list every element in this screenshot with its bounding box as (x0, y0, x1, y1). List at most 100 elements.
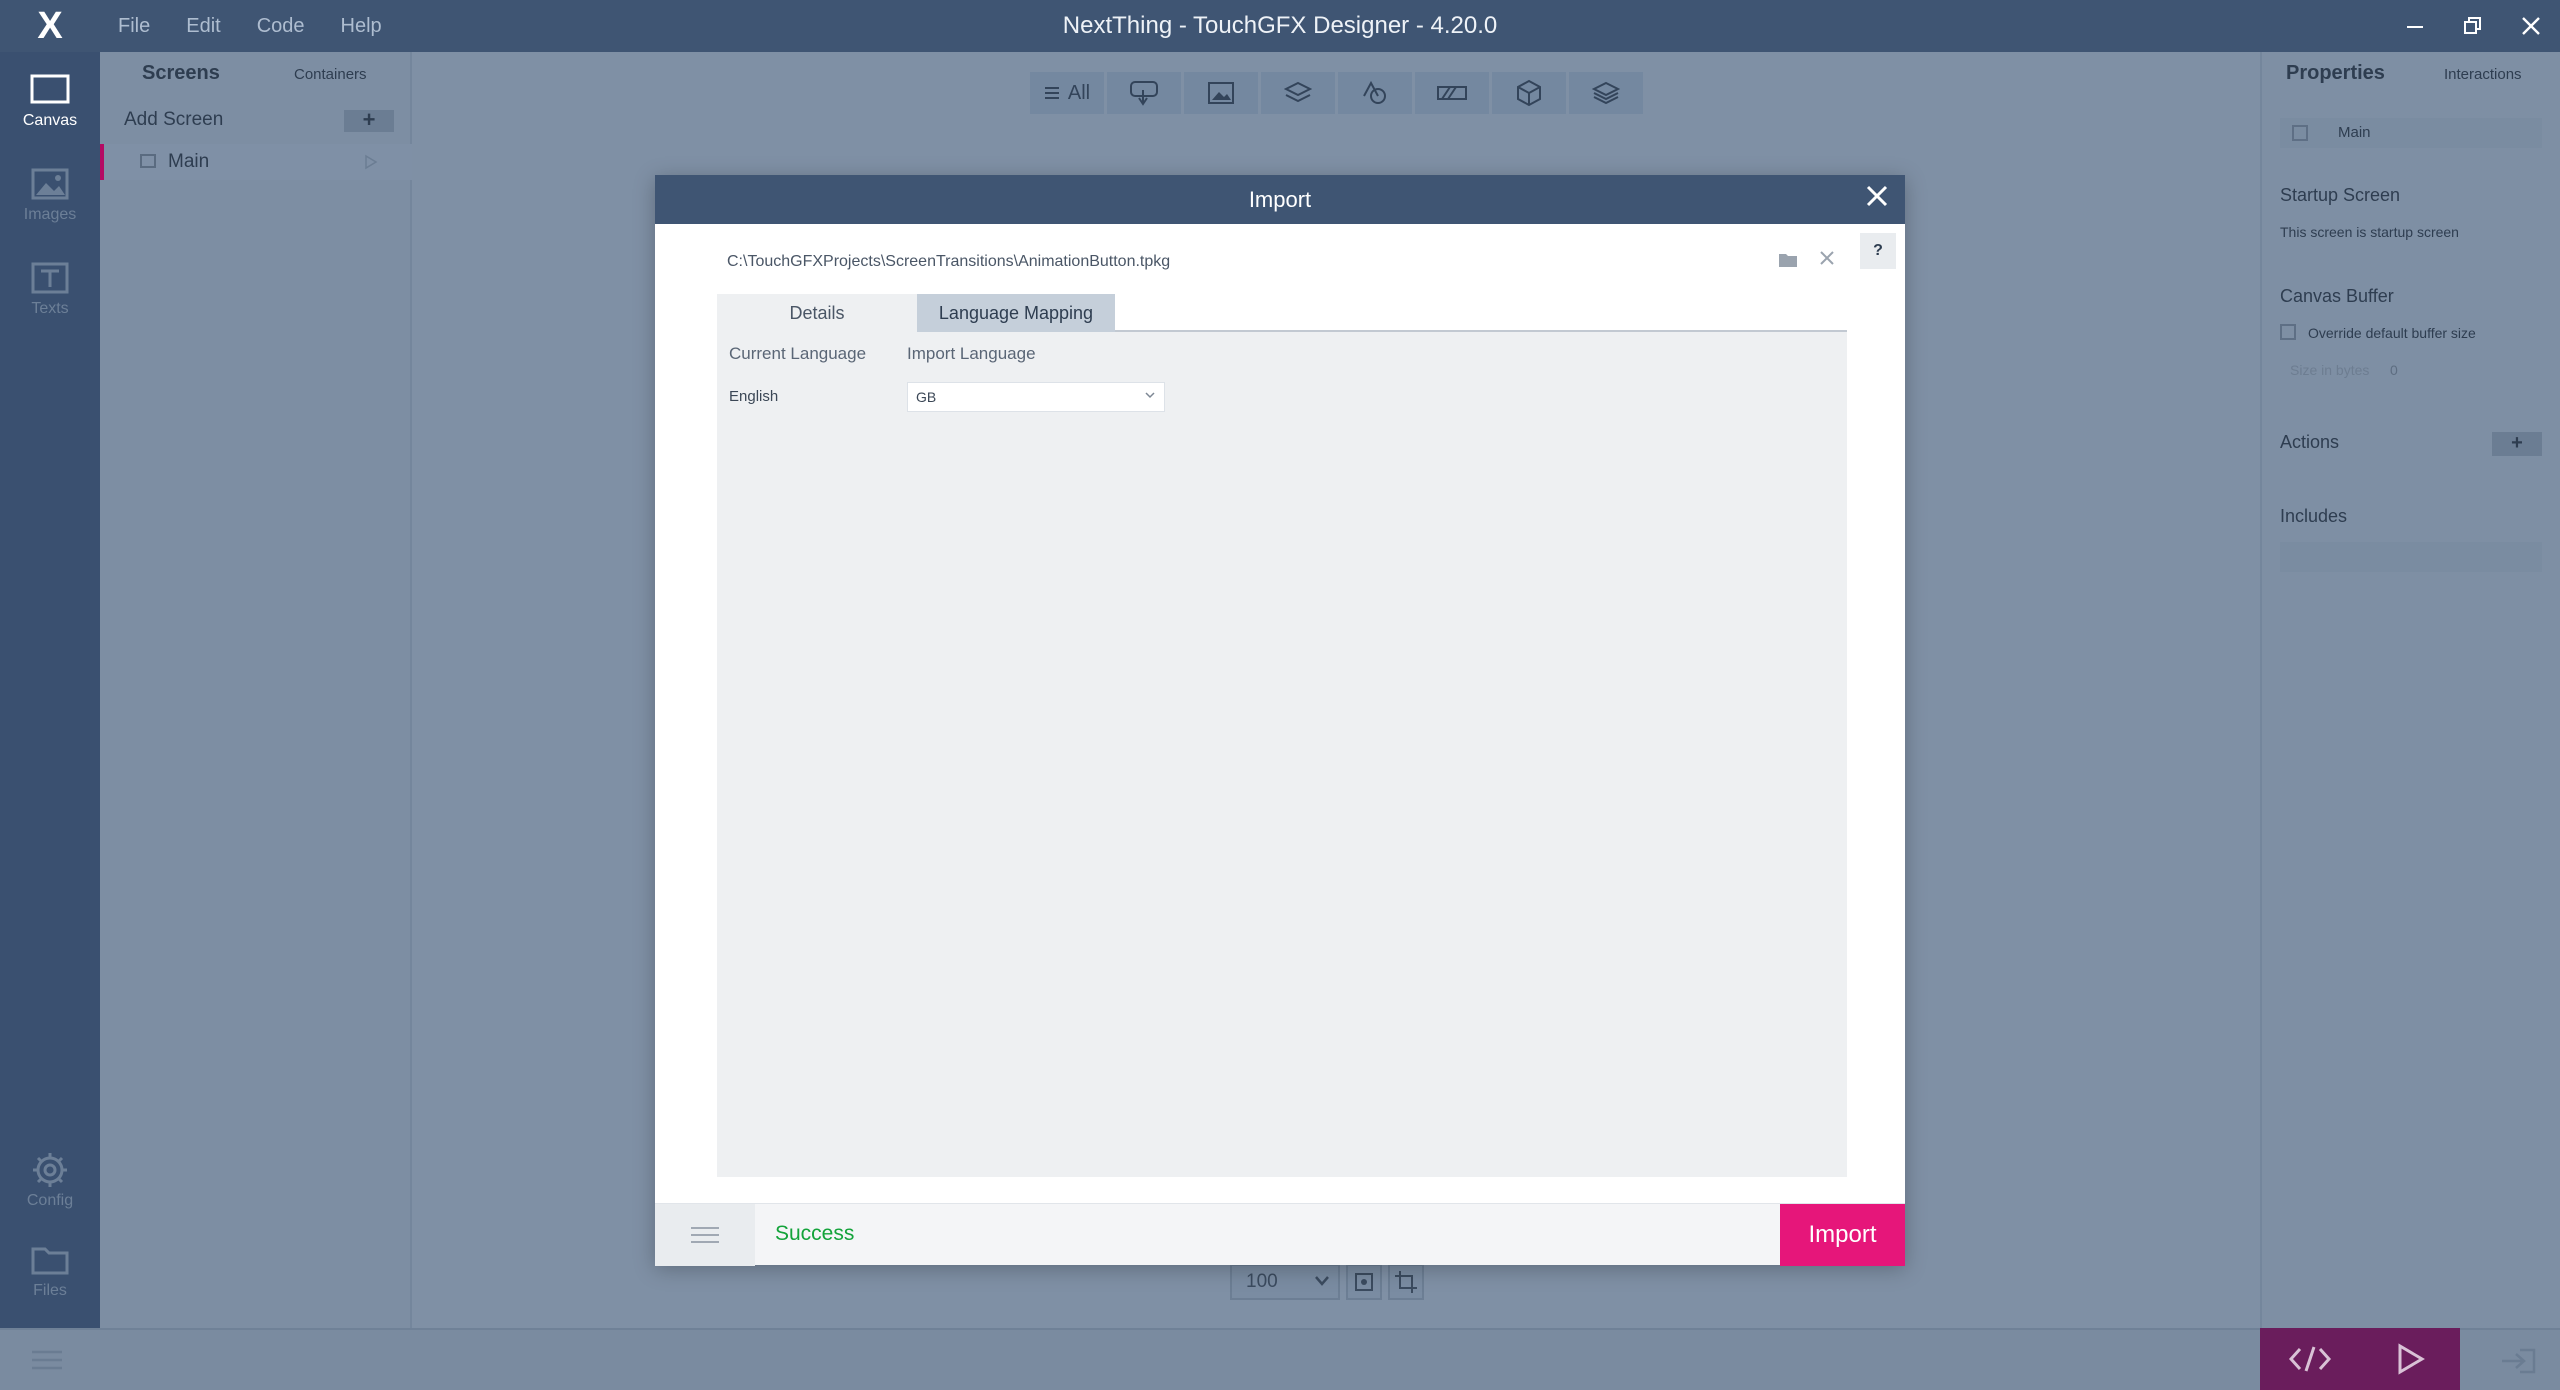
zoom-bar: 100 (1230, 1264, 1424, 1300)
filter-shapes-button[interactable] (1338, 72, 1412, 114)
menu-help[interactable]: Help (323, 15, 400, 38)
size-in-bytes-value: 0 (2390, 362, 2398, 378)
tab-containers[interactable]: Containers (294, 66, 367, 83)
app-logo: X (37, 4, 63, 47)
file-path-row: C:\TouchGFXProjects\ScreenTransitions\An… (717, 247, 1847, 279)
clear-path-icon[interactable] (1819, 249, 1835, 272)
properties-panel: Properties Interactions Main Startup Scr… (2260, 52, 2560, 1328)
add-screen-label: Add Screen (124, 109, 224, 130)
cube-icon (1517, 79, 1541, 107)
gear-icon (0, 1148, 100, 1192)
status-message: Success (775, 1222, 855, 1245)
add-action-button[interactable]: + (2492, 432, 2542, 456)
menu-code[interactable]: Code (239, 15, 323, 38)
close-icon (1866, 185, 1888, 207)
crop-icon (1395, 1271, 1417, 1293)
screen-icon (140, 154, 156, 168)
menu-file[interactable]: File (100, 15, 168, 38)
includes-field[interactable] (2280, 542, 2542, 572)
filter-interaction-button[interactable] (1107, 72, 1181, 114)
rail-item-files[interactable]: Files (0, 1238, 100, 1300)
rail-item-config[interactable]: Config (0, 1148, 100, 1210)
minimize-button[interactable] (2386, 0, 2444, 52)
import-dialog: Import ? C:\TouchGFXProjects\ScreenTrans… (655, 175, 1905, 1266)
close-window-button[interactable] (2502, 0, 2560, 52)
title-bar: X File Edit Code Help NextThing - TouchG… (0, 0, 2560, 52)
generate-code-button[interactable] (2260, 1328, 2360, 1390)
rail-label-canvas: Canvas (22, 112, 78, 129)
filter-3d-button[interactable] (1492, 72, 1566, 114)
rail-item-canvas[interactable]: Canvas (0, 68, 100, 130)
actions-title: Actions (2280, 432, 2340, 452)
filter-containers-button[interactable] (1261, 72, 1335, 114)
screen-item-label: Main (168, 151, 210, 172)
startup-screen-title: Startup Screen (2280, 185, 2401, 205)
rail-item-images[interactable]: Images (0, 162, 100, 224)
screens-panel: Screens Containers Add Screen + Main (100, 52, 412, 1328)
language-mapping-panel: Current Language Import Language English… (717, 332, 1847, 1177)
filter-all-button[interactable]: All (1030, 72, 1104, 114)
filter-custom-button[interactable] (1569, 72, 1643, 114)
code-icon (2288, 1346, 2332, 1372)
image-icon (1208, 82, 1234, 104)
fit-icon (1355, 1273, 1373, 1291)
exit-icon[interactable] (2498, 1346, 2538, 1381)
startup-screen-text: This screen is startup screen (2280, 224, 2459, 240)
folder-icon (0, 1238, 100, 1282)
current-language-header: Current Language (729, 344, 867, 363)
run-controls (2260, 1328, 2460, 1390)
menu-edit[interactable]: Edit (168, 15, 238, 38)
screen-icon (2292, 125, 2308, 141)
menu-icon (691, 1227, 719, 1243)
rail-item-texts[interactable]: Texts (0, 256, 100, 318)
filter-all-label: All (1067, 81, 1091, 104)
dialog-title: Import (655, 175, 1905, 224)
browse-folder-icon[interactable] (1777, 251, 1799, 273)
import-button[interactable]: Import (1780, 1204, 1905, 1266)
screen-name-field[interactable]: Main (2280, 118, 2542, 148)
crop-button[interactable] (1388, 1264, 1424, 1300)
shapes-icon (1363, 80, 1386, 104)
import-language-header: Import Language (907, 344, 1036, 363)
tab-language-mapping[interactable]: Language Mapping (917, 294, 1115, 332)
list-icon (1044, 87, 1059, 99)
override-buffer-checkbox[interactable] (2280, 324, 2296, 340)
current-language-value: English (729, 388, 779, 405)
dialog-close-button[interactable] (1861, 183, 1893, 215)
status-bar (0, 1328, 2560, 1390)
progress-icon (1437, 86, 1467, 100)
includes-title: Includes (2280, 506, 2348, 526)
fit-screen-button[interactable] (1346, 1264, 1382, 1300)
dialog-tabs: Details Language Mapping (717, 294, 1847, 332)
screen-item-main[interactable]: Main (100, 144, 412, 180)
zoom-select[interactable]: 100 (1230, 1264, 1340, 1300)
filter-images-button[interactable] (1184, 72, 1258, 114)
rail-label-images: Images (23, 206, 77, 223)
play-icon (365, 154, 378, 170)
layers-icon (1284, 81, 1312, 103)
play-icon (2398, 1343, 2425, 1375)
rail-label-files: Files (33, 1282, 67, 1299)
rail-label-texts: Texts (31, 300, 69, 317)
touch-icon (1130, 81, 1158, 106)
filter-progress-button[interactable] (1415, 72, 1489, 114)
import-language-value: GB (916, 389, 937, 405)
add-screen-button[interactable]: + (344, 109, 394, 132)
canvas-buffer-title: Canvas Buffer (2280, 286, 2394, 306)
chevron-down-icon (1144, 387, 1156, 403)
restore-button[interactable] (2444, 0, 2502, 52)
file-path-input[interactable]: C:\TouchGFXProjects\ScreenTransitions\An… (727, 253, 1170, 271)
left-nav-rail: Canvas Images Texts Config Files (0, 52, 100, 1390)
menu-bar: File Edit Code Help (100, 0, 400, 52)
log-menu-icon[interactable] (30, 1348, 64, 1377)
import-language-select[interactable]: GB (907, 382, 1165, 412)
stack-icon (1592, 81, 1620, 105)
log-menu-button[interactable] (655, 1204, 755, 1266)
tab-screens[interactable]: Screens (142, 62, 220, 85)
tab-interactions[interactable]: Interactions (2444, 66, 2522, 83)
run-simulator-button[interactable] (2360, 1328, 2460, 1390)
tab-details[interactable]: Details (717, 294, 917, 332)
canvas-icon (0, 68, 100, 112)
help-button[interactable]: ? (1860, 233, 1896, 269)
tab-properties[interactable]: Properties (2286, 62, 2385, 85)
